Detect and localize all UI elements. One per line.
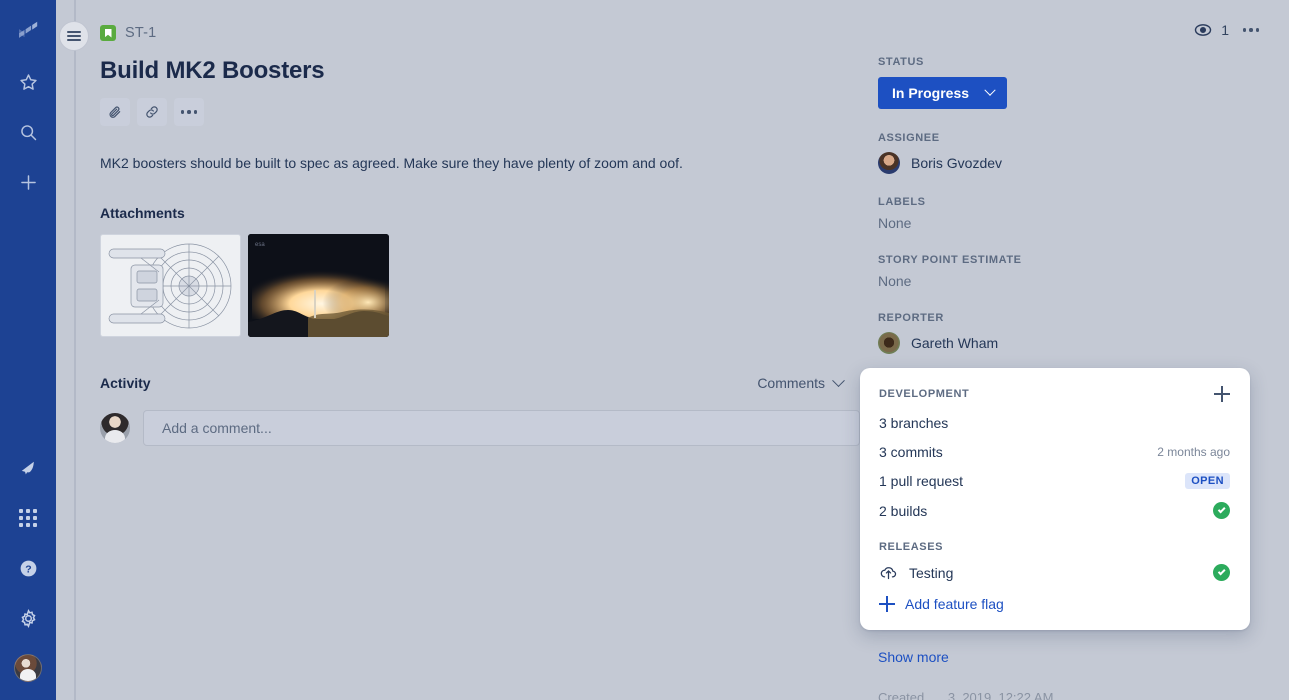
issue-details-panel: 1 STATUS In Progress ASSIGNEE Boris Gvoz… [860,0,1276,700]
attachment-launch[interactable]: esa [248,234,389,337]
created-value: 3, 2019, 12:22 AM [947,690,1054,700]
field-story-points: STORY POINT ESTIMATE None [878,254,1238,289]
attachments-heading: Attachments [100,205,185,221]
breadcrumb: ST-1 [100,22,860,44]
issue-main-column: ST-1 Build MK2 Boosters MK2 boosters sho… [100,0,860,700]
field-status: STATUS In Progress [878,56,1238,109]
dev-row-builds[interactable]: 2 builds [879,502,1230,519]
status-label: STATUS [878,56,924,68]
global-navigation-sidebar: ? [0,0,56,700]
issue-action-buttons [100,98,860,126]
more-actions-button[interactable] [174,98,204,126]
deploy-cloud-icon [880,567,897,580]
page-title: Build MK2 Boosters [100,57,325,84]
labels-label: LABELS [878,196,926,208]
jira-logo[interactable] [10,14,46,50]
assignee-value-row[interactable]: Boris Gvozdev [878,152,1238,174]
help-icon[interactable]: ? [10,550,46,586]
breadcrumb-issue-key[interactable]: ST-1 [125,25,156,41]
activity-filter-label: Comments [757,375,825,391]
dev-row-pull-request[interactable]: 1 pull request OPEN [879,473,1230,489]
development-heading: DEVELOPMENT [879,388,970,400]
status-dropdown[interactable]: In Progress [878,77,1008,109]
attachment-blueprint[interactable] [100,234,241,337]
svg-text:esa: esa [255,242,265,248]
svg-text:?: ? [25,563,31,575]
dev-commits-meta: 2 months ago [1157,445,1230,459]
avatar [878,152,900,174]
show-more-button[interactable]: Show more [878,649,949,665]
release-name: Testing [909,564,954,581]
story-points-value[interactable]: None [878,273,1238,289]
releases-heading: RELEASES [879,541,944,553]
ellipsis-icon [180,110,198,114]
avatar [14,654,42,682]
dev-commits-label: 3 commits [879,444,943,460]
header-actions: 1 [1193,18,1264,42]
reporter-name: Gareth Wham [911,335,999,351]
attachments-list: esa [100,234,860,337]
labels-value[interactable]: None [878,215,1238,231]
header-more-button[interactable] [1238,18,1264,42]
dev-branches-label: 3 branches [879,415,949,431]
chevron-down-icon [832,373,845,387]
search-icon[interactable] [10,114,46,150]
jira-issue-page: ? ST-1 Build MK2 Boosters MK2 boosters s… [0,0,1289,700]
field-assignee: ASSIGNEE Boris Gvozdev [878,132,1238,174]
add-feature-flag-button[interactable]: Add feature flag [879,596,1230,612]
reporter-value-row[interactable]: Gareth Wham [878,332,1238,354]
activity-header: Activity Comments [100,373,845,391]
status-value: In Progress [892,85,970,101]
field-reporter: REPORTER Gareth Wham [878,312,1238,354]
profile-avatar[interactable] [10,650,46,686]
ellipsis-icon [1242,28,1260,32]
reporter-label: REPORTER [878,312,944,324]
plus-icon [879,596,895,612]
link-button[interactable] [137,98,167,126]
activity-filter-dropdown[interactable]: Comments [757,373,845,391]
watch-button[interactable]: 1 [1193,20,1229,40]
divider [878,634,1226,635]
dev-builds-label: 2 builds [879,502,928,519]
activity-heading: Activity [100,375,151,391]
avatar [878,332,900,354]
assignee-label: ASSIGNEE [878,132,940,144]
app-switcher-icon[interactable] [10,500,46,536]
story-type-icon [100,25,116,41]
development-card: DEVELOPMENT 3 branches 3 commits 2 month… [860,368,1250,630]
settings-icon[interactable] [10,600,46,636]
dev-pr-label: 1 pull request [879,473,964,489]
assignee-name: Boris Gvozdev [911,155,1003,171]
create-icon[interactable] [10,164,46,200]
dev-row-commits[interactable]: 3 commits 2 months ago [879,444,1230,460]
starred-icon[interactable] [10,64,46,100]
created-label: Created [878,690,925,700]
release-success-icon [1213,564,1230,581]
comment-input[interactable]: Add a comment... [143,410,860,446]
add-feature-flag-label: Add feature flag [905,596,1004,612]
development-header: DEVELOPMENT [879,386,1230,402]
story-points-label: STORY POINT ESTIMATE [878,254,1022,266]
build-success-icon [1213,502,1230,519]
dev-row-branches[interactable]: 3 branches [879,415,1230,431]
field-labels: LABELS None [878,196,1238,231]
release-row-testing[interactable]: Testing [879,563,1230,582]
nav-divider [74,0,76,700]
hamburger-icon [67,31,81,41]
attach-button[interactable] [100,98,130,126]
current-user-avatar [100,413,130,443]
add-comment-row: Add a comment... [100,410,860,446]
status-badge: OPEN [1185,473,1230,489]
watch-count: 1 [1221,22,1229,38]
sidebar-toggle-button[interactable] [59,21,89,51]
issue-description: MK2 boosters should be built to spec as … [100,155,683,171]
created-timestamp: Created 3, 2019, 12:22 AM [878,690,1073,700]
add-development-icon[interactable] [1214,386,1230,402]
notifications-icon[interactable] [10,450,46,486]
chevron-down-icon [984,84,996,96]
